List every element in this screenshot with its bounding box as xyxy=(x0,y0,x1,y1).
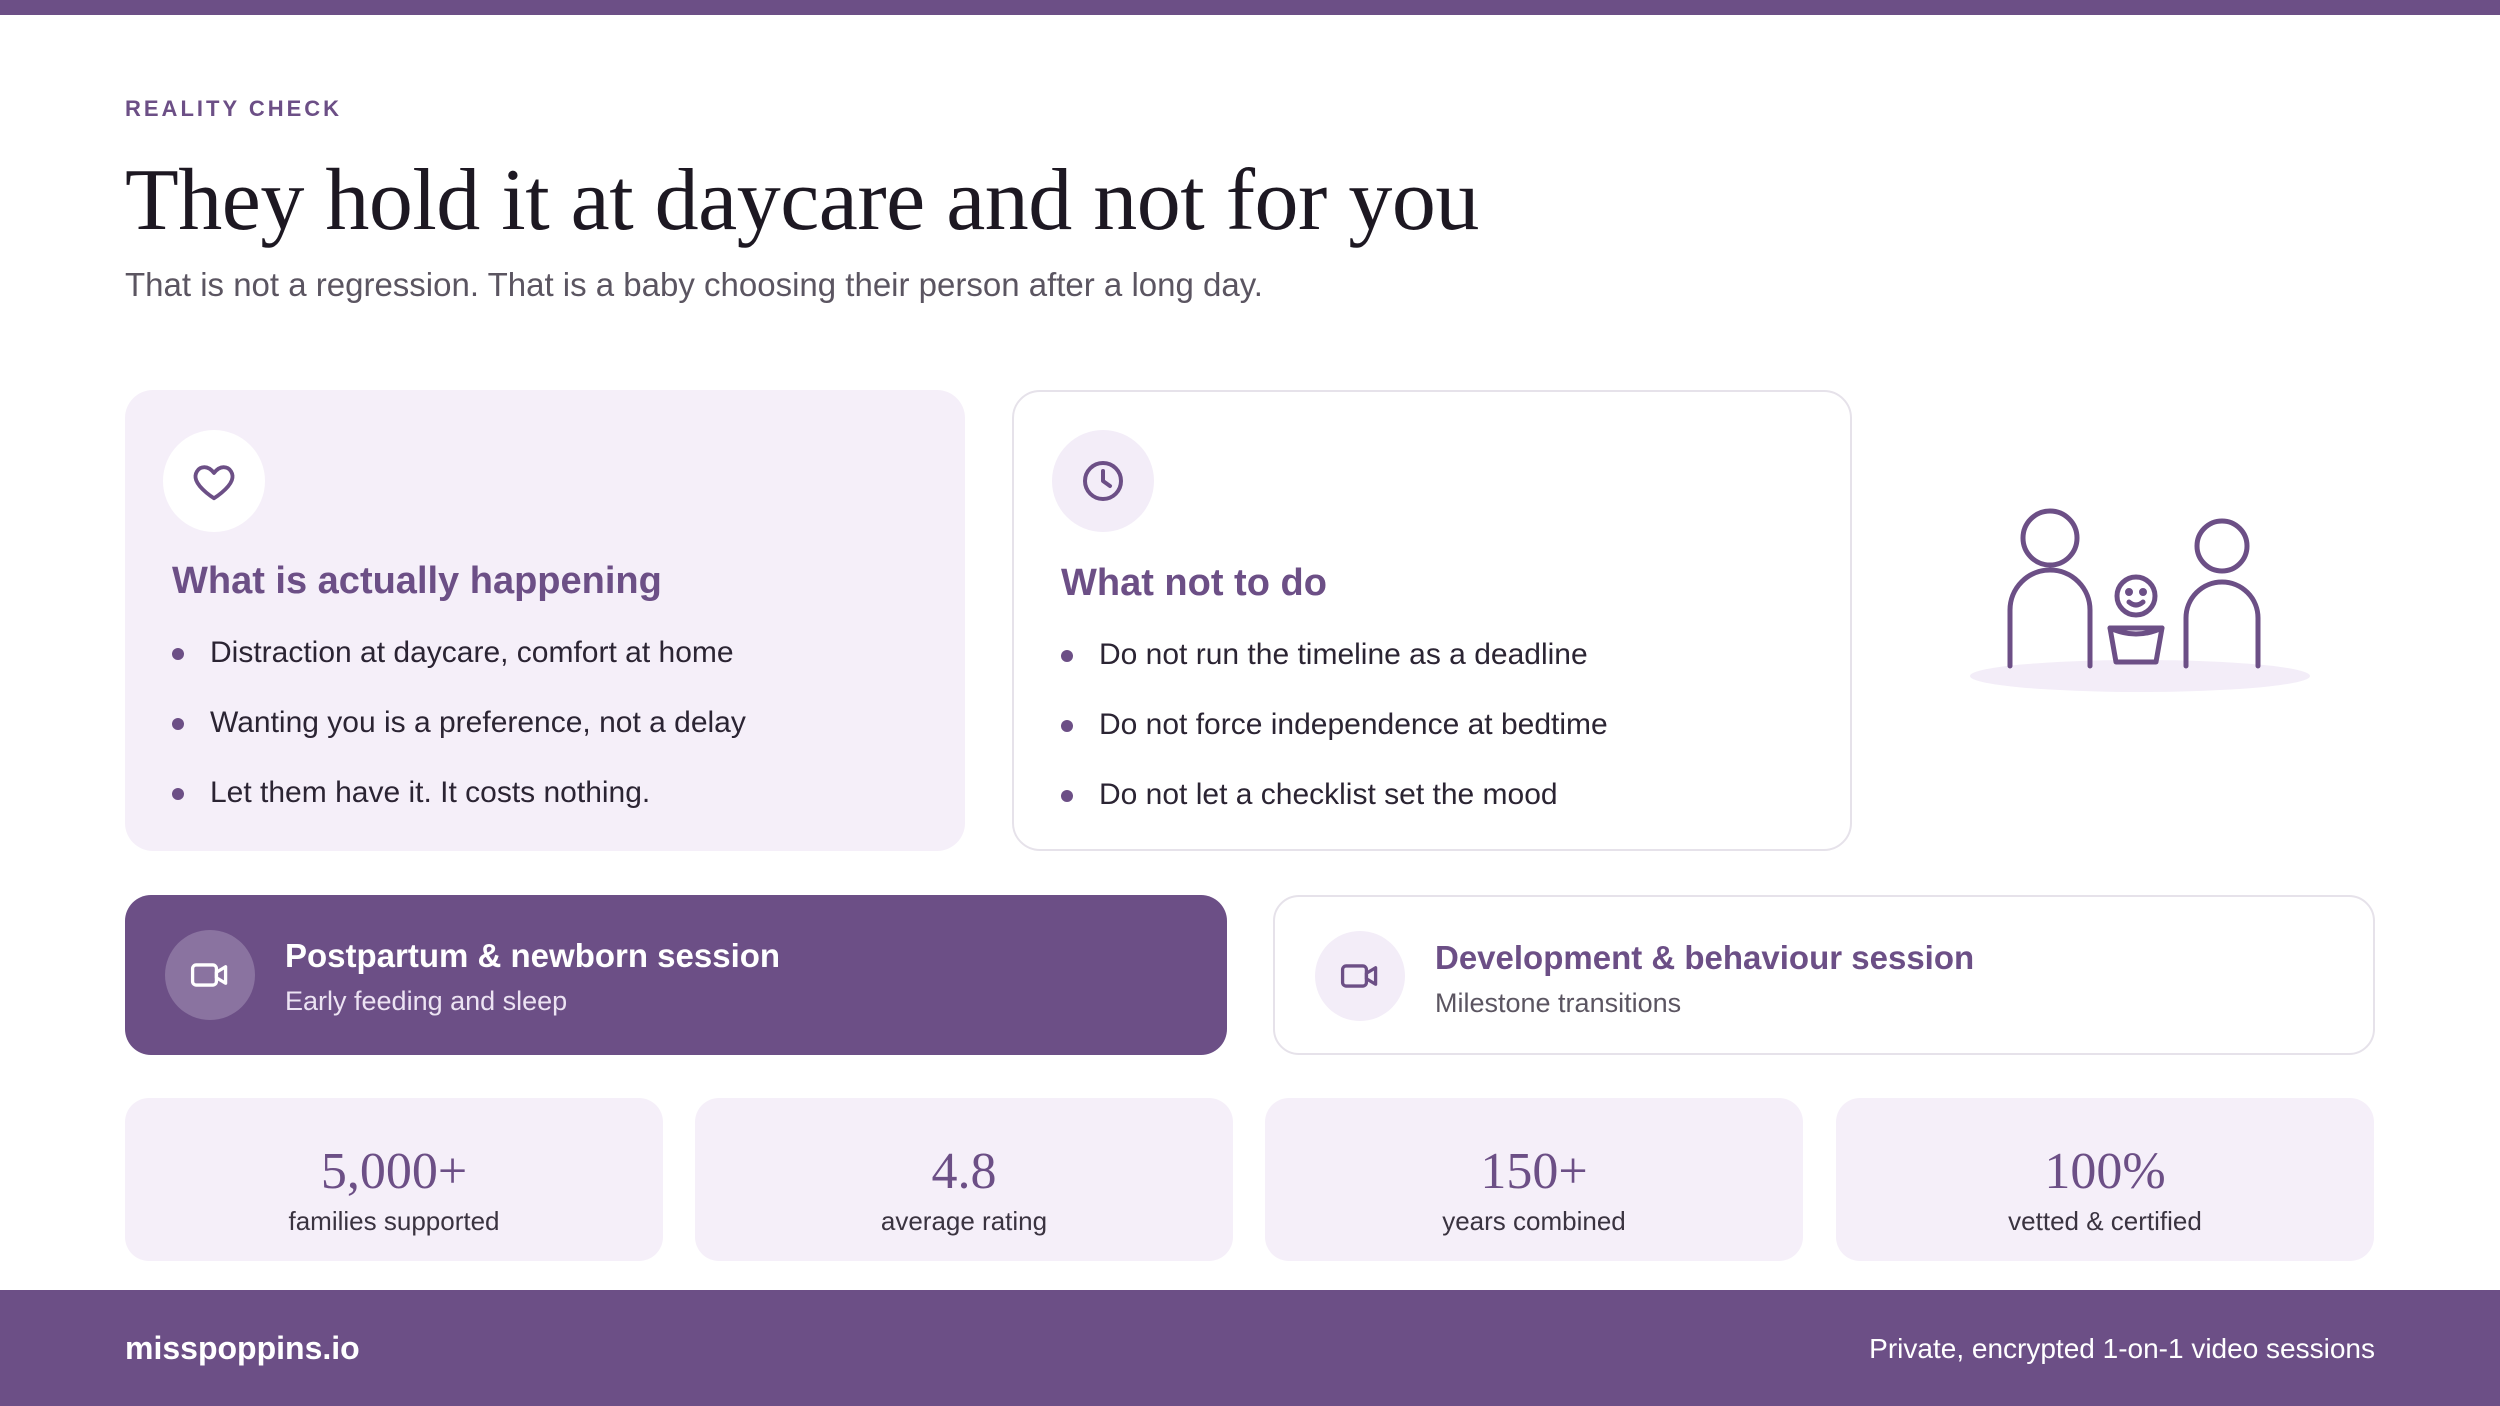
stat-label: families supported xyxy=(288,1206,500,1236)
session-subtitle: Milestone transitions xyxy=(1435,988,1682,1018)
brand-link[interactable]: misspoppins.io xyxy=(125,1330,360,1367)
video-camera-icon xyxy=(1340,964,1378,988)
stat-label: vetted & certified xyxy=(2008,1206,2202,1236)
heart-icon xyxy=(193,465,235,501)
page-subtitle: That is not a regression. That is a baby… xyxy=(125,266,1263,303)
footer-bar: misspoppins.io Private, encrypted 1-on-1… xyxy=(0,1290,2500,1406)
card-list: Distraction at daycare, comfort at home … xyxy=(172,635,746,845)
session-title: Postpartum & newborn session xyxy=(285,937,781,974)
stat-value: 5,000+ xyxy=(320,1143,468,1200)
card-title: What not to do xyxy=(1061,562,1327,604)
list-item: Distraction at daycare, comfort at home xyxy=(172,635,746,705)
session-development-behaviour[interactable]: Development & behaviour session Mileston… xyxy=(1273,895,2375,1055)
list-item: Do not force independence at bedtime xyxy=(1061,707,1608,777)
stat-label: years combined xyxy=(1442,1206,1626,1236)
card-list: Do not run the timeline as a deadline Do… xyxy=(1061,637,1608,847)
stat-vetted: 100% vetted & certified xyxy=(1836,1098,2374,1261)
stat-value: 4.8 xyxy=(931,1143,997,1200)
footer-note: Private, encrypted 1-on-1 video sessions xyxy=(1869,1333,2375,1364)
top-accent-bar xyxy=(0,0,2500,15)
list-item: Let them have it. It costs nothing. xyxy=(172,775,746,845)
stat-rating: 4.8 average rating xyxy=(695,1098,1233,1261)
family-icon xyxy=(1970,508,2310,692)
session-subtitle: Early feeding and sleep xyxy=(285,986,568,1016)
stat-years: 150+ years combined xyxy=(1265,1098,1803,1261)
list-item: Do not let a checklist set the mood xyxy=(1061,777,1608,847)
stat-families: 5,000+ families supported xyxy=(125,1098,663,1261)
video-icon-badge xyxy=(165,930,255,1020)
clock-icon-badge xyxy=(1052,430,1154,532)
stat-label: average rating xyxy=(880,1206,1048,1236)
card-what-is-happening: What is actually happening Distraction a… xyxy=(125,390,965,851)
video-camera-icon xyxy=(190,963,228,987)
session-postpartum-newborn[interactable]: Postpartum & newborn session Early feedi… xyxy=(125,895,1227,1055)
card-what-not-to-do: What not to do Do not run the timeline a… xyxy=(1012,390,1852,851)
card-title: What is actually happening xyxy=(172,560,662,602)
video-icon-badge xyxy=(1315,931,1405,1021)
list-item: Wanting you is a preference, not a delay xyxy=(172,705,746,775)
section-eyebrow: REALITY CHECK xyxy=(125,96,343,121)
heart-icon-badge xyxy=(163,430,265,532)
stat-value: 150+ xyxy=(1480,1143,1588,1200)
session-title: Development & behaviour session xyxy=(1435,939,1975,976)
list-item: Do not run the timeline as a deadline xyxy=(1061,637,1608,707)
stat-value: 100% xyxy=(2044,1143,2166,1200)
page-title: They hold it at daycare and not for you xyxy=(125,152,1479,249)
clock-icon xyxy=(1083,461,1123,501)
